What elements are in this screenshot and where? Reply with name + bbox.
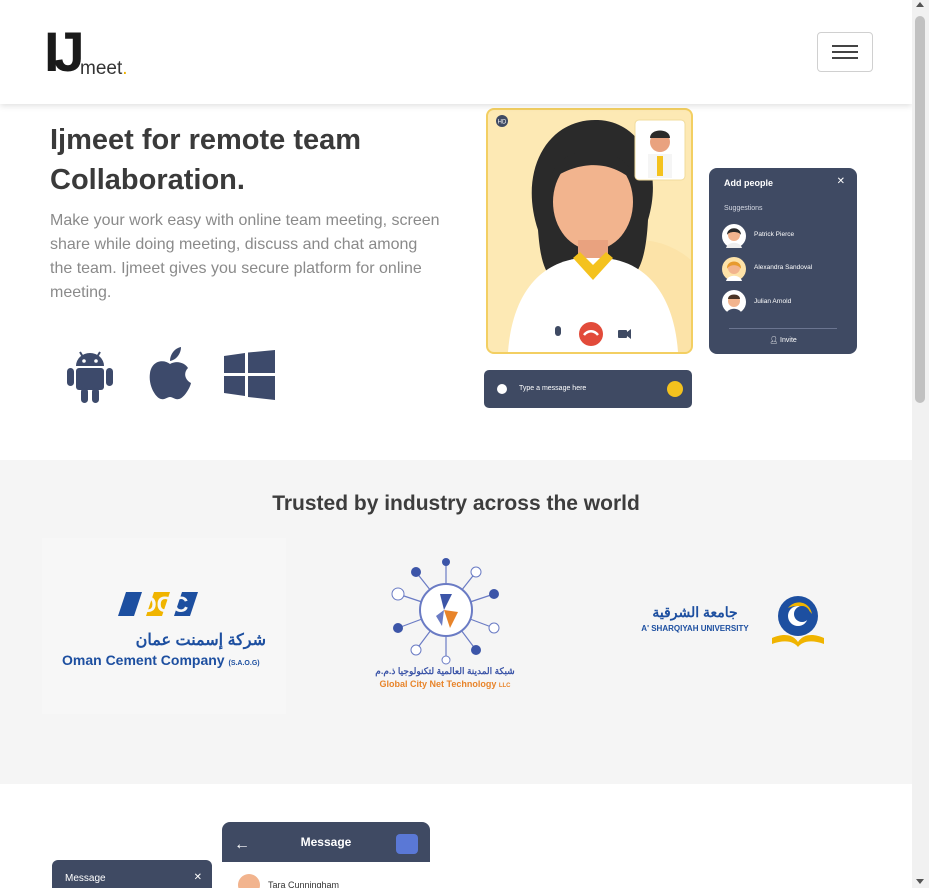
ijmeet-logo[interactable]: IJ meet. [44, 24, 144, 84]
add-people-title: Add people [724, 178, 773, 188]
trusted-section: Trusted by industry across the world OCC… [0, 460, 912, 784]
logo-mark: IJ [44, 20, 85, 83]
page-scrollbar[interactable] [912, 0, 929, 888]
hamburger-icon-line [832, 57, 858, 59]
client-logo-oman-cement[interactable]: OCC شركة إسمنت عمان Oman Cement Company … [42, 538, 286, 714]
mic-icon [555, 326, 561, 336]
hero-description: Make your work easy with online team mee… [50, 212, 440, 301]
divider [729, 328, 837, 329]
hero-title-line-2: Collaboration. [50, 164, 245, 196]
client-arabic-name: شركة إسمنت عمان [135, 632, 266, 649]
apple-icon[interactable] [146, 346, 194, 404]
camera-icon [618, 330, 627, 338]
suggestion-name: Julian Arnold [754, 298, 792, 305]
hero-title: Ijmeet for remote team Collaboration. [50, 120, 450, 200]
bell-icon [396, 834, 418, 854]
close-icon: ✕ [836, 176, 845, 187]
chat-input-illustration: Type a message here [484, 370, 692, 408]
video-call-person-illustration: HD [496, 115, 691, 352]
invite-button: 👤︎ Invite [769, 337, 797, 344]
navbar: IJ meet. [0, 0, 912, 104]
network-logo-mark [391, 558, 500, 665]
android-icon[interactable] [66, 346, 114, 404]
client-logo-sharqiyah-university[interactable]: جامعة الشرقية A' SHARQIYAH UNIVERSITY [620, 590, 840, 654]
emoji-icon [497, 384, 507, 394]
avatar [238, 874, 260, 888]
suggestions-label: Suggestions [724, 205, 763, 212]
message-popup-illustration: Message ✕ [52, 860, 212, 888]
add-person-icon: 👤︎ [769, 337, 781, 344]
client-arabic-name: شبكة المدينة العالمية لتكنولوجيا ذ.م.م [375, 666, 515, 676]
avatar [722, 257, 746, 281]
client-name: Oman Cement Company (S.A.O.G) [62, 652, 260, 668]
client-name: Global City Net Technology LLC [379, 679, 511, 689]
windows-icon[interactable] [224, 350, 276, 400]
contact-name: Tara Cunningham [268, 880, 340, 888]
menu-toggle-button[interactable] [817, 32, 873, 72]
hero-title-line-1: Ijmeet for remote team [50, 124, 362, 156]
send-icon [667, 381, 683, 397]
hamburger-icon [832, 45, 858, 47]
close-icon: ✕ [193, 872, 202, 883]
message-popup-title: Message [65, 873, 106, 884]
logo-wordmark: meet. [80, 58, 128, 79]
client-name: A' SHARQIYAH UNIVERSITY [641, 624, 749, 633]
trusted-title: Trusted by industry across the world [272, 492, 640, 515]
occ-logo-mark: OCC [116, 590, 212, 620]
suggestion-name: Alexandra Sandoval [754, 264, 813, 271]
scrollbar-thumb[interactable] [915, 16, 925, 403]
scroll-up-arrow-icon[interactable] [916, 2, 924, 7]
client-arabic-name: جامعة الشرقية [652, 604, 738, 620]
hd-badge: HD [498, 120, 507, 126]
client-logo-global-city-net[interactable]: شبكة المدينة العالمية لتكنولوجيا ذ.م.م G… [350, 550, 540, 700]
platform-links [66, 346, 286, 406]
suggestion-name: Patrick Pierce [754, 231, 795, 238]
avatar [722, 224, 746, 248]
page: IJ meet. Ijmeet for remote team Collabor… [0, 0, 912, 888]
chat-placeholder: Type a message here [519, 385, 587, 392]
hamburger-icon-line [832, 51, 858, 53]
university-emblem-icon [772, 596, 824, 647]
scroll-down-arrow-icon[interactable] [916, 879, 924, 884]
add-people-panel: Add people ✕ Suggestions Patrick Pierce … [709, 168, 857, 354]
video-call-illustration: HD [486, 108, 693, 354]
message-panel-illustration: ← Message Tara Cunningham [222, 822, 430, 888]
svg-text:OCC: OCC [140, 592, 189, 617]
end-call-icon [579, 322, 603, 346]
avatar [722, 290, 746, 314]
message-list: Tara Cunningham [222, 862, 430, 888]
